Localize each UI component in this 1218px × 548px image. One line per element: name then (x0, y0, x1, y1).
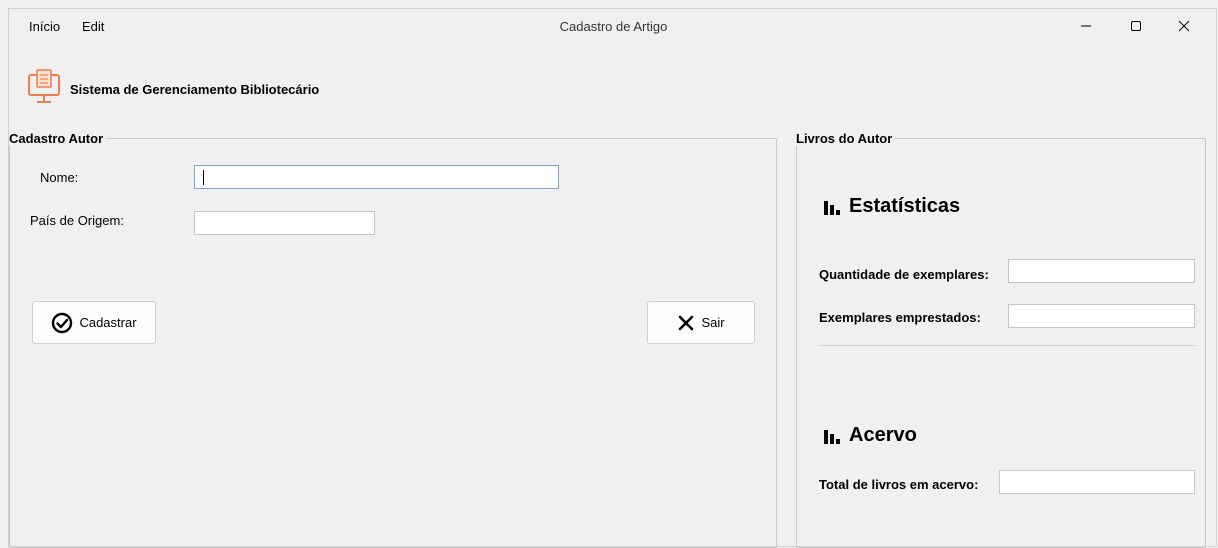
livros-autor-legend: Livros do Autor (796, 131, 896, 146)
check-circle-icon (52, 312, 73, 333)
maximize-button[interactable] (1113, 9, 1159, 43)
emprestados-label: Exemplares emprestados: (819, 310, 981, 325)
acervo-heading: Acervo (823, 424, 917, 447)
livros-autor-group: Livros do Autor Estatísticas Quantidade … (796, 131, 1206, 548)
sair-button[interactable]: Sair (647, 301, 755, 344)
text-caret (203, 170, 204, 185)
close-button[interactable] (1161, 9, 1207, 43)
total-label: Total de livros em acervo: (819, 477, 979, 492)
maximize-icon (1131, 21, 1141, 31)
estatisticas-title: Estatísticas (849, 195, 961, 217)
pais-field[interactable] (194, 211, 375, 235)
app-title: Sistema de Gerenciamento Bibliotecário (70, 82, 320, 97)
quantidade-field[interactable] (1008, 259, 1195, 283)
menu-inicio[interactable]: Início (29, 19, 60, 34)
minimize-icon (1081, 25, 1091, 27)
quantidade-label: Quantidade de exemplares: (819, 267, 989, 282)
close-icon (1178, 20, 1190, 32)
cadastrar-button[interactable]: Cadastrar (32, 301, 156, 344)
menu-edit[interactable]: Edit (82, 19, 104, 34)
nome-label: Nome: (40, 170, 79, 185)
cadastro-autor-group: Cadastro Autor Nome: País de Origem: Cad… (9, 131, 777, 548)
bar-chart-icon (824, 200, 840, 215)
window-title: Cadastro de Artigo (559, 19, 668, 34)
cadastro-autor-legend: Cadastro Autor (9, 131, 107, 146)
x-icon (679, 315, 694, 330)
estatisticas-heading: Estatísticas (823, 195, 960, 218)
bar-chart-icon (824, 429, 840, 444)
pais-label: País de Origem: (30, 213, 124, 228)
sair-label: Sair (701, 315, 725, 330)
divider (819, 345, 1195, 346)
main-window: Início Edit Cadastro de Artigo Sistema d… (8, 8, 1218, 548)
nome-field[interactable] (194, 165, 559, 189)
emprestados-field[interactable] (1008, 304, 1195, 328)
cadastrar-label: Cadastrar (79, 315, 137, 330)
acervo-title: Acervo (849, 424, 917, 446)
total-field[interactable] (999, 470, 1195, 494)
library-computer-icon (28, 69, 60, 103)
window-title-bar: Cadastro de Artigo (9, 19, 1218, 34)
minimize-button[interactable] (1063, 9, 1109, 43)
